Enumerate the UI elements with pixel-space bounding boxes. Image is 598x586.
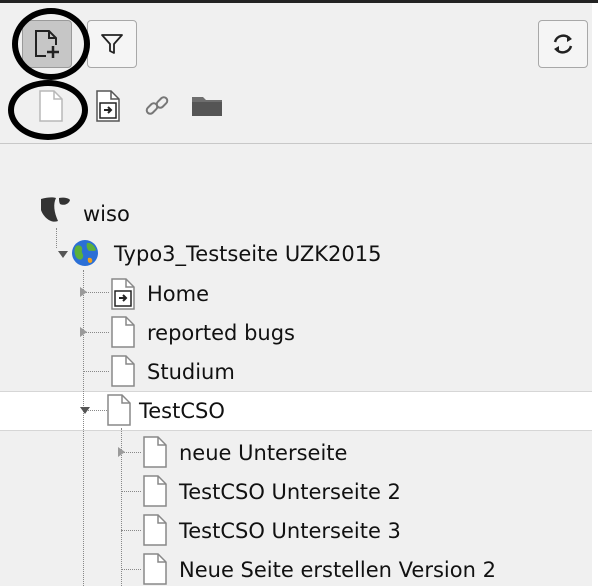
tree-guide (121, 569, 141, 570)
folder-icon (192, 97, 222, 116)
page-icon (111, 355, 135, 387)
link-icon (145, 96, 169, 115)
new-page-button[interactable] (22, 20, 72, 68)
filter-icon (101, 34, 123, 54)
tree-child-label: TestCSO Unterseite 3 (179, 519, 401, 543)
collapse-arrow-icon[interactable] (80, 407, 90, 414)
tree-guide (83, 371, 109, 372)
tree-guide (83, 270, 84, 586)
tree-guide (121, 491, 141, 492)
page-icon (39, 90, 63, 122)
page-icon (143, 475, 167, 507)
filter-button[interactable] (87, 20, 137, 68)
page-icon (143, 514, 167, 546)
tree-site-label: Typo3_Testseite UZK2015 (114, 242, 382, 266)
tree-child-label: neue Unterseite (179, 441, 348, 465)
tree-item-label: TestCSO (139, 399, 225, 423)
tree-item-label: Studium (147, 360, 235, 384)
page-add-icon (35, 30, 60, 59)
refresh-icon (553, 34, 573, 54)
tree-root-label: wiso (83, 202, 130, 226)
tree-guide (56, 228, 57, 248)
drag-folder-icon[interactable] (190, 90, 224, 120)
refresh-button[interactable] (538, 20, 588, 68)
expand-arrow-icon[interactable] (118, 447, 125, 457)
drag-shortcut-icon[interactable] (94, 88, 124, 124)
tree-child-label: Neue Seite erstellen Version 2 (179, 558, 496, 582)
collapse-arrow-icon[interactable] (58, 251, 68, 258)
page-icon (143, 436, 167, 468)
typo3-logo-icon (41, 197, 70, 222)
tree-item-label: reported bugs (147, 321, 295, 345)
tree-child-label: TestCSO Unterseite 2 (179, 480, 401, 504)
page-icon (107, 394, 131, 426)
drag-page-icon[interactable] (36, 88, 66, 124)
right-edge (592, 3, 598, 586)
expand-arrow-icon[interactable] (80, 287, 87, 297)
tree-guide (121, 530, 141, 531)
page-shortcut-icon (111, 278, 135, 310)
tree-item-label: Home (147, 282, 210, 306)
globe-icon (72, 240, 98, 266)
expand-arrow-icon[interactable] (80, 327, 87, 337)
page-shortcut-icon (96, 90, 120, 122)
page-icon (143, 553, 167, 585)
toolbar-divider (0, 143, 592, 144)
drag-link-icon[interactable] (140, 88, 174, 124)
top-border (0, 0, 598, 3)
page-icon (111, 316, 135, 348)
